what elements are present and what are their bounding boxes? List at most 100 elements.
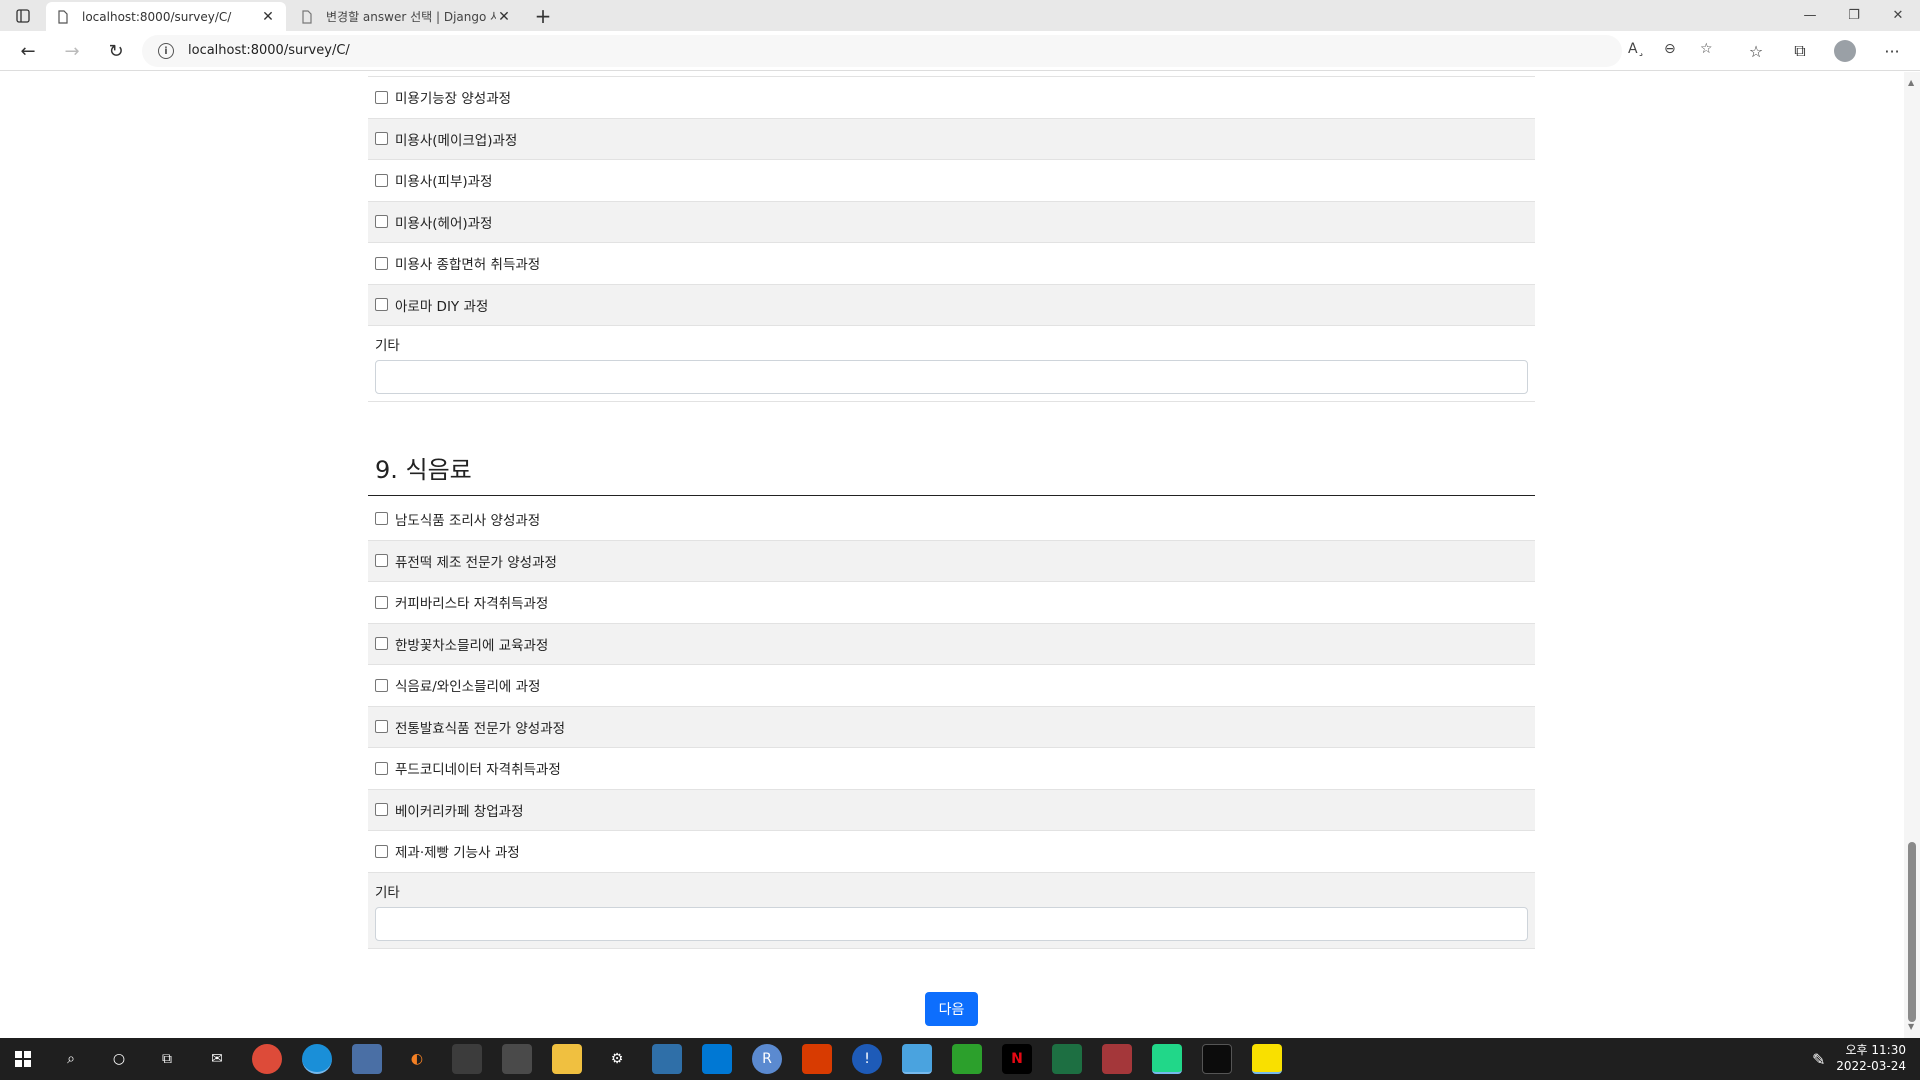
option-label: 미용기능장 양성과정	[395, 91, 512, 108]
tab-survey[interactable]: localhost:8000/survey/C/ ✕	[46, 2, 286, 31]
restore-icon[interactable]: ❐	[1832, 0, 1876, 31]
checkbox[interactable]	[375, 637, 388, 651]
r-icon[interactable]: R	[752, 1044, 782, 1074]
close-tab-icon[interactable]: ✕	[496, 9, 512, 25]
section-title: 9. 식음료	[368, 450, 1535, 496]
terminal-icon[interactable]	[452, 1044, 482, 1074]
url-text: localhost:8000/survey/C/	[188, 43, 350, 58]
back-icon[interactable]: ←	[14, 37, 42, 65]
minimize-icon[interactable]: —	[1788, 0, 1832, 31]
settings-icon[interactable]: ⚙	[602, 1044, 632, 1074]
etc-input[interactable]	[375, 360, 1528, 394]
option-row[interactable]: 커피바리스타 자격취득과정	[368, 581, 1535, 623]
checkbox[interactable]	[375, 761, 388, 775]
checkbox[interactable]	[375, 844, 388, 858]
option-row[interactable]: 한방꽃차소믈리에 교육과정	[368, 622, 1535, 664]
option-row[interactable]: 퓨전떡 제조 전문가 양성과정	[368, 539, 1535, 581]
cortana-icon[interactable]: ○	[104, 1044, 134, 1074]
option-row[interactable]: 미용사(헤어)과정	[368, 200, 1535, 242]
option-label: 미용사(헤어)과정	[395, 215, 493, 232]
checkbox[interactable]	[375, 803, 388, 817]
remote-desktop-icon[interactable]	[652, 1044, 682, 1074]
clock-time: 오후 11:30	[1845, 1043, 1906, 1057]
etc-block: 기타	[368, 871, 1535, 949]
search-icon[interactable]: ⌕	[56, 1044, 86, 1074]
edge-icon[interactable]	[302, 1044, 332, 1074]
forward-icon[interactable]: →	[58, 37, 86, 65]
read-aloud-icon[interactable]: A¸	[1628, 41, 1645, 57]
cmd-icon[interactable]	[1202, 1044, 1232, 1074]
checkbox[interactable]	[375, 554, 388, 568]
option-label: 커피바리스타 자격취득과정	[395, 596, 549, 613]
page-icon	[58, 9, 68, 24]
netflix-icon[interactable]: N	[1002, 1044, 1032, 1074]
scrollbar-thumb[interactable]	[1908, 842, 1916, 1022]
jupyter-icon[interactable]: ◐	[402, 1044, 432, 1074]
option-row[interactable]: 푸드코디네이터 자격취득과정	[368, 747, 1535, 789]
chrome-icon[interactable]	[252, 1044, 282, 1074]
app-window-icon[interactable]	[502, 1044, 532, 1074]
collections-icon[interactable]: ⧉	[1788, 39, 1812, 63]
excel-icon[interactable]	[1052, 1044, 1082, 1074]
next-button[interactable]: 다음	[925, 992, 978, 1026]
etc-label: 기타	[375, 884, 400, 901]
feedback-icon[interactable]: !	[852, 1044, 882, 1074]
windows-start-icon[interactable]	[8, 1044, 38, 1074]
browser-titlebar: localhost:8000/survey/C/ ✕ 변경할 answer 선택…	[0, 0, 1920, 31]
option-row[interactable]: 미용사(피부)과정	[368, 159, 1535, 201]
editor-icon[interactable]	[952, 1044, 982, 1074]
checkbox[interactable]	[375, 298, 388, 312]
tab-actions-icon[interactable]	[12, 6, 34, 26]
scroll-down-icon[interactable]: ▼	[1908, 1022, 1914, 1031]
page-icon	[302, 9, 312, 24]
new-tab-icon[interactable]: +	[532, 4, 554, 28]
close-tab-icon[interactable]: ✕	[260, 9, 276, 25]
option-row[interactable]: 식음료/와인소믈리에 과정	[368, 664, 1535, 706]
checkbox[interactable]	[375, 90, 388, 104]
checkbox[interactable]	[375, 720, 388, 734]
page-scrollbar[interactable]: ▲ ▼	[1904, 72, 1920, 1038]
checkbox[interactable]	[375, 215, 388, 229]
favorites-icon[interactable]: ☆	[1744, 39, 1768, 63]
option-row[interactable]: 베이커리카페 창업과정	[368, 788, 1535, 830]
tab-django-admin[interactable]: 변경할 answer 선택 | Django 사이 ✕	[290, 2, 522, 31]
add-favorite-icon[interactable]: ☆	[1700, 41, 1713, 57]
checkbox[interactable]	[375, 173, 388, 187]
kakaotalk-icon[interactable]	[1252, 1044, 1282, 1074]
site-info-icon[interactable]: i	[158, 43, 174, 59]
notepad-icon[interactable]	[352, 1044, 382, 1074]
option-row[interactable]: 미용기능장 양성과정	[368, 76, 1535, 118]
mail-icon[interactable]: ✉	[202, 1044, 232, 1074]
close-window-icon[interactable]: ✕	[1876, 0, 1920, 31]
option-row[interactable]: 제과·제빵 기능사 과정	[368, 830, 1535, 872]
checkbox[interactable]	[375, 512, 388, 526]
store-icon[interactable]	[702, 1044, 732, 1074]
option-row[interactable]: 아로마 DIY 과정	[368, 283, 1535, 325]
task-view-icon[interactable]: ⧉	[152, 1044, 182, 1074]
scroll-up-icon[interactable]: ▲	[1908, 78, 1914, 87]
sticky-icon[interactable]	[902, 1044, 932, 1074]
etc-block: 기타	[368, 325, 1535, 402]
zoom-icon[interactable]: ⊖	[1664, 41, 1676, 57]
option-label: 제과·제빵 기능사 과정	[395, 845, 520, 862]
more-menu-icon[interactable]: ···	[1880, 39, 1904, 63]
option-row[interactable]: 남도식품 조리사 양성과정	[368, 498, 1535, 540]
option-row[interactable]: 전통발효식품 전문가 양성과정	[368, 705, 1535, 747]
address-bar[interactable]: i localhost:8000/survey/C/	[142, 35, 1622, 67]
access-icon[interactable]	[1102, 1044, 1132, 1074]
profile-avatar[interactable]	[1834, 40, 1856, 62]
checkbox[interactable]	[375, 595, 388, 609]
pen-icon[interactable]: ✎	[1812, 1050, 1825, 1069]
option-row[interactable]: 미용사 종합면허 취득과정	[368, 242, 1535, 284]
reload-icon[interactable]: ↻	[102, 37, 130, 65]
option-row[interactable]: 미용사(메이크업)과정	[368, 117, 1535, 159]
office-icon[interactable]	[802, 1044, 832, 1074]
etc-input[interactable]	[375, 906, 1528, 941]
pycharm-icon[interactable]	[1152, 1044, 1182, 1074]
checkbox[interactable]	[375, 256, 388, 270]
windows-taskbar: ⌕ ○ ⧉ ✉ ◐ ⚙ R ! N ✎ 오후 11:30 2022-03-24	[0, 1038, 1920, 1080]
file-explorer-icon[interactable]	[552, 1044, 582, 1074]
system-clock[interactable]: 오후 11:30 2022-03-24	[1836, 1042, 1906, 1074]
checkbox[interactable]	[375, 678, 388, 692]
checkbox[interactable]	[375, 132, 388, 146]
